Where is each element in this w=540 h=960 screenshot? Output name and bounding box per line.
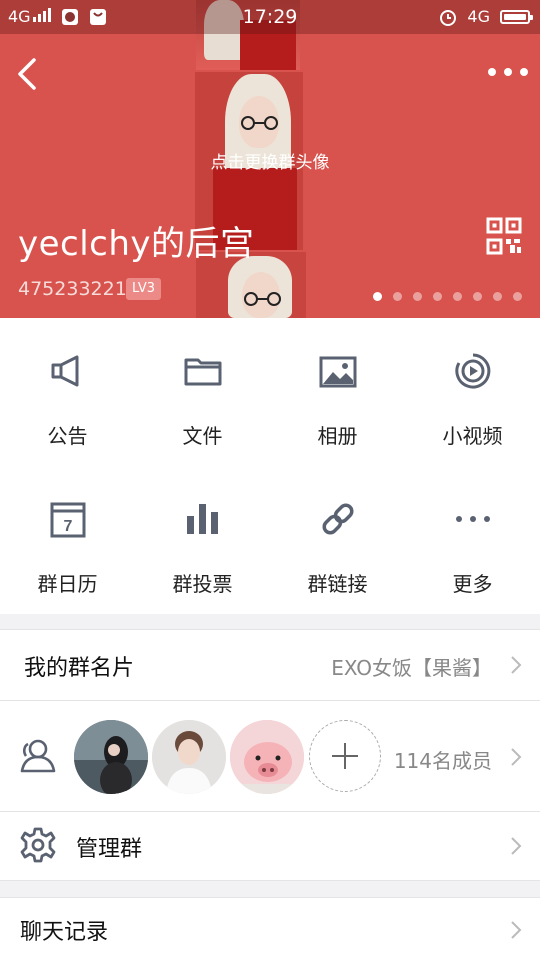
chevron-right-icon (511, 921, 522, 939)
vote-button[interactable]: 群投票 (135, 466, 270, 614)
alarm-icon (440, 9, 457, 26)
my-group-card-value: EXO女饭【果酱】 (331, 656, 492, 680)
megaphone-icon (51, 355, 79, 387)
group-link-label: 群链接 (307, 572, 368, 596)
page-dot (473, 292, 482, 301)
chevron-right-icon (511, 837, 522, 855)
photo-page-indicator (373, 292, 522, 301)
manage-group-label: 管理群 (76, 837, 143, 862)
page-dot (513, 292, 522, 301)
announcement-button[interactable]: 公告 (0, 318, 135, 466)
page-dot (373, 292, 382, 301)
divider (0, 880, 540, 881)
members-icon (20, 739, 56, 773)
more-dots-icon[interactable] (488, 60, 528, 84)
calendar-label: 群日历 (37, 572, 98, 596)
short-video-label: 小视频 (442, 424, 503, 448)
group-functions-grid: 公告 文件 相册 小视频 7 群日历 群投票 群链接 更多 (0, 318, 540, 614)
page-dot (393, 292, 402, 301)
svg-text:7: 7 (64, 518, 73, 535)
chat-history-row[interactable]: 聊天记录 (0, 898, 540, 960)
page-dot (433, 292, 442, 301)
calendar-icon: 7 (50, 502, 86, 538)
chevron-right-icon (511, 748, 522, 766)
change-avatar-hint[interactable]: 点击更换群头像 (0, 148, 540, 173)
qr-code-icon[interactable] (486, 217, 522, 255)
folder-icon (184, 358, 222, 386)
add-member-button[interactable] (309, 720, 381, 792)
files-button[interactable]: 文件 (135, 318, 270, 466)
gear-icon (20, 827, 56, 863)
member-avatar[interactable] (230, 720, 304, 794)
member-count: 114名成员 (393, 749, 492, 773)
my-group-card-row[interactable]: 我的群名片 EXO女饭【果酱】 (0, 630, 540, 700)
more-functions-label: 更多 (452, 572, 493, 596)
status-bar: 4G 17:29 4G (0, 0, 540, 34)
battery-icon (500, 9, 533, 24)
short-video-button[interactable]: 小视频 (405, 318, 540, 466)
photo-album-icon (319, 356, 357, 388)
members-row[interactable]: 114名成员 (0, 701, 540, 811)
plus-icon (332, 743, 358, 769)
member-avatar[interactable] (74, 720, 148, 794)
chat-history-label: 聊天记录 (20, 920, 109, 945)
more-functions-button[interactable]: 更多 (405, 466, 540, 614)
page-dot (493, 292, 502, 301)
link-icon (322, 503, 354, 535)
vote-bars-icon (187, 504, 218, 534)
my-group-card-label: 我的群名片 (24, 656, 135, 681)
album-button[interactable]: 相册 (270, 318, 405, 466)
group-name: yeclchy的后宫 (18, 224, 255, 264)
page-dot (453, 292, 462, 301)
manage-group-row[interactable]: 管理群 (0, 812, 540, 880)
video-play-icon (455, 353, 491, 389)
level-badge: LV3 (126, 278, 161, 300)
chevron-right-icon (511, 656, 522, 674)
network-label-right: 4G (467, 7, 490, 26)
back-arrow-icon[interactable] (14, 56, 44, 92)
member-avatar[interactable] (152, 720, 226, 794)
group-id: 475233221 (18, 278, 127, 300)
announcement-label: 公告 (47, 424, 88, 448)
vote-label: 群投票 (172, 572, 233, 596)
more-dots-icon (456, 516, 490, 522)
calendar-button[interactable]: 7 群日历 (0, 466, 135, 614)
group-link-button[interactable]: 群链接 (270, 466, 405, 614)
page-dot (413, 292, 422, 301)
album-label: 相册 (317, 424, 358, 448)
group-header: 4G 17:29 4G 点击更换群头像 yeclchy的后宫 475233221… (0, 0, 540, 318)
files-label: 文件 (182, 424, 223, 448)
